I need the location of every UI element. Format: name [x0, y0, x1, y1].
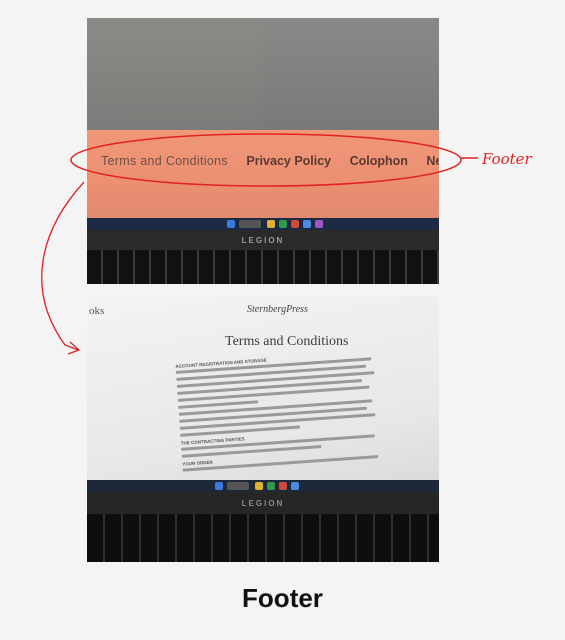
terms-page-photo: oks SternbergPress Terms and Conditions …: [87, 296, 439, 562]
footer-links: Terms and Conditions Privacy Policy Colo…: [101, 152, 439, 170]
site-logo[interactable]: SternbergPress: [247, 304, 308, 315]
footer-link-news[interactable]: Nev: [426, 154, 439, 168]
wall-background: [87, 18, 262, 130]
laptop-keyboard: [87, 250, 439, 284]
search-icon: [239, 220, 261, 228]
browser-icon: [279, 482, 287, 490]
app-icon: [303, 220, 311, 228]
browser-icon: [291, 220, 299, 228]
app-icon: [291, 482, 299, 490]
laptop-keyboard: [87, 514, 439, 562]
footer-link-privacy[interactable]: Privacy Policy: [246, 154, 331, 168]
footer-photo: Terms and Conditions Privacy Policy Colo…: [87, 18, 439, 284]
laptop-logo: LEGION: [241, 236, 285, 245]
start-icon: [227, 220, 235, 228]
footer-link-colophon[interactable]: Colophon: [350, 154, 408, 168]
wall-background: [262, 18, 439, 130]
footer-link-terms[interactable]: Terms and Conditions: [101, 154, 228, 168]
page-title: Terms and Conditions: [225, 334, 349, 349]
app-icon: [279, 220, 287, 228]
terms-page: oks SternbergPress Terms and Conditions …: [87, 296, 439, 480]
app-icon: [267, 482, 275, 490]
connector-arrow: [41, 181, 85, 351]
start-icon: [215, 482, 223, 490]
caption: Footer: [242, 583, 323, 613]
arrowhead-icon: [67, 341, 81, 355]
windows-taskbar: [87, 480, 439, 492]
folder-icon: [267, 220, 275, 228]
terms-body: ACCOUNT REGISTRATION AND STORAGE THE CON…: [175, 346, 383, 476]
website-footer-area: [87, 130, 439, 218]
nav-edge-text: oks: [89, 305, 105, 317]
search-icon: [227, 482, 249, 490]
annotation-label: Footer: [482, 150, 532, 168]
laptop-logo: LEGION: [241, 499, 285, 508]
windows-taskbar: [87, 218, 439, 230]
folder-icon: [255, 482, 263, 490]
app-icon: [315, 220, 323, 228]
